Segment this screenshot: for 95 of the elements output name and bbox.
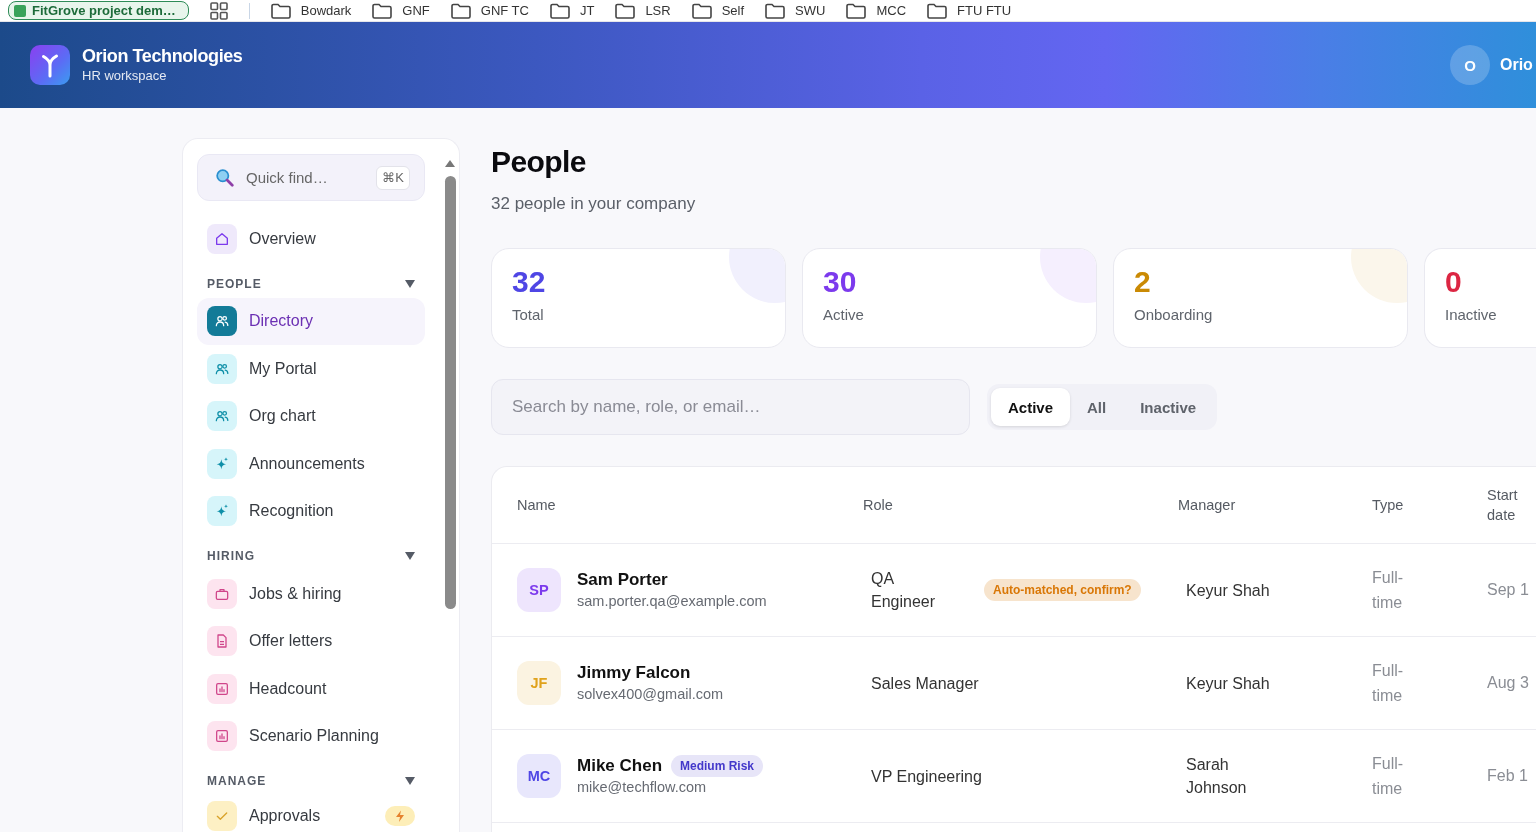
name-tag: Medium Risk [671,754,764,777]
apps-grid-icon[interactable] [209,1,228,20]
sidebar-item[interactable]: Recognition [197,487,425,535]
employment-type: Full-time [1372,568,1405,613]
page-subtitle: 32 people in your company [491,193,697,215]
bookmark-folder[interactable]: GNF [372,2,430,19]
section-header[interactable]: HIRING [197,535,425,570]
sidebar-item[interactable]: Offer letters [197,617,425,665]
sidebar-item[interactable]: Directory [197,297,425,345]
bar-chart-icon [207,721,237,752]
role-text: Sales Manager [871,673,979,694]
sidebar-item[interactable]: Approvals [197,795,425,831]
page-title: People [491,144,587,180]
start-date: Feb 1 [1487,767,1528,784]
bookmark-folder[interactable]: JT [549,2,595,19]
stat-label: Active [823,305,865,325]
column-header[interactable]: Role [863,495,893,515]
filter-tab[interactable]: Active [991,388,1071,426]
stat-value: 0 [1445,264,1463,300]
people-icon [207,401,237,432]
folder-icon [691,2,712,19]
logo-icon [30,45,70,85]
sidebar-item[interactable]: Scenario Planning [197,712,425,760]
folder-icon [615,2,636,19]
folder-icon [549,2,570,19]
manager-name: Keyur Shah [1186,580,1270,601]
bookmark-folder[interactable]: Self [691,2,745,19]
column-header[interactable]: Name [517,495,556,515]
shortcut-hint: ⌘K [376,166,410,190]
employment-type: Full-time [1372,661,1405,706]
employee-name[interactable]: Mike Chen [577,754,663,777]
home-icon [207,223,237,254]
bookmark-folder[interactable]: GNF TC [450,2,529,19]
stat-label: Onboarding [1134,305,1214,325]
sidebar-item[interactable]: Overview [197,215,425,263]
start-date: Aug 3 [1487,674,1529,691]
folder-icon [765,2,786,19]
avatar: MC [517,754,561,798]
filter-tab[interactable]: Inactive [1123,388,1214,426]
sidebar-item[interactable]: Announcements [197,440,425,488]
manager-name: Keyur Shah [1186,673,1270,694]
bookmark-folder[interactable]: LSR [615,2,671,19]
folder-icon [846,2,867,19]
folder-icon [270,2,291,19]
scrollbar-thumb[interactable] [444,176,456,609]
company-name: Orion Technologies [82,45,243,67]
sidebar-item[interactable]: Org chart [197,392,425,440]
search-icon [215,168,234,187]
filter-tab[interactable]: All [1070,388,1124,426]
tab-group-chip[interactable]: FitGrove project dem… [8,1,189,20]
column-header[interactable]: Type [1372,495,1404,515]
employee-email: solvex400@gmail.com [577,684,724,704]
stat-value: 30 [823,264,858,300]
sparkle-icon [207,496,237,527]
bookmark-folder[interactable]: MCC [846,2,907,19]
sparkle-icon [207,448,237,479]
folder-icon [450,2,471,19]
sidebar-item[interactable]: My Portal [197,345,425,393]
stat-value: 2 [1134,264,1152,300]
page-favicon [14,4,26,17]
briefcase-icon [207,578,237,609]
employment-type: Full-time [1372,754,1405,799]
section-header[interactable]: MANAGE [197,760,425,795]
start-date: Sep 1 [1487,581,1529,598]
workspace-label: HR workspace [82,67,168,85]
sidebar-item[interactable]: Jobs & hiring [197,570,425,618]
avatar: SP [517,568,561,612]
user-name[interactable]: Orio [1500,56,1533,74]
stat-label: Inactive [1445,305,1498,325]
employee-name[interactable]: Jimmy Falcon [577,661,691,684]
bookmark-folder[interactable]: FTU FTU [927,2,1012,19]
sidebar-item[interactable]: Headcount [197,665,425,713]
role-text: QA Engineer [871,569,937,612]
bookmark-folder[interactable]: SWU [765,2,826,19]
employee-email: mike@techflow.com [577,777,708,797]
document-icon [207,626,237,657]
bar-chart-icon [207,673,237,704]
manager-name: Sarah Johnson [1186,755,1248,798]
employee-name[interactable]: Sam Porter [577,568,668,591]
employee-email: sam.porter.qa@example.com [577,591,767,611]
stat-value: 32 [512,264,547,300]
avatar: JF [517,661,561,705]
people-icon [207,306,237,337]
role-text: VP Engineering [871,766,982,787]
bookmark-folder[interactable]: Bowdark [270,2,352,19]
folder-icon [927,2,948,19]
column-header[interactable]: Start date [1487,485,1532,525]
stat-label: Total [512,305,545,325]
checkmark-icon [207,801,237,831]
scroll-up-arrow-icon[interactable] [445,160,455,167]
column-header[interactable]: Manager [1178,495,1236,515]
folder-icon [372,2,393,19]
search-field[interactable]: Search by name, role, or email… [491,379,970,435]
people-icon [207,353,237,384]
section-header[interactable]: PEOPLE [197,262,425,298]
